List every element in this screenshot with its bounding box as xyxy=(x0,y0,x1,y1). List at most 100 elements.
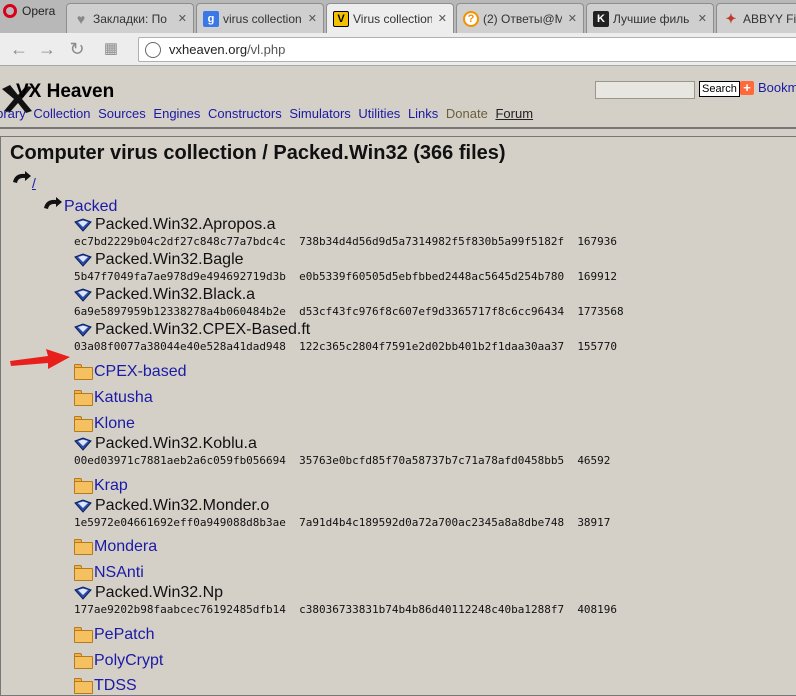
file-name: Packed.Win32.CPEX-Based.ft xyxy=(95,321,311,338)
file-hash: 177ae9202b98faabcec76192485dfb14 c380367… xyxy=(74,603,618,616)
globe-icon xyxy=(145,41,161,58)
folder-row[interactable]: PolyCrypt xyxy=(74,652,163,670)
folder-label[interactable]: Katusha xyxy=(94,389,153,407)
folder-row[interactable]: PePatch xyxy=(74,626,154,644)
tab-virus-collection[interactable]: V Virus collection ✕ xyxy=(326,3,454,33)
nav-simulators[interactable]: Simulators xyxy=(289,106,350,121)
file-head: Packed.Win32.Bagle xyxy=(74,251,617,269)
file-entry[interactable]: Packed.Win32.CPEX-Based.ft 03a08f0077a380… xyxy=(74,321,617,353)
file-entry[interactable]: Packed.Win32.Bagle 5b47f7049fa7ae978d9e49… xyxy=(74,251,617,283)
up-directory-link[interactable]: / xyxy=(32,175,36,191)
site-header: VX Heaven Library Collection Sources Eng… xyxy=(0,67,796,129)
file-hash: 6a9e5897959b12338278a4b060484b2e d53cf43… xyxy=(74,305,624,318)
folder-label[interactable]: Mondera xyxy=(94,538,157,556)
forward-button[interactable]: → xyxy=(36,38,58,60)
nav-engines[interactable]: Engines xyxy=(153,106,200,121)
folder-icon xyxy=(74,539,93,555)
tab-title: (2) Ответы@M xyxy=(483,11,562,26)
folder-label[interactable]: Klone xyxy=(94,415,135,433)
file-name: Packed.Win32.Np xyxy=(95,584,224,601)
folder-icon xyxy=(74,390,93,406)
opera-menu-button[interactable]: Opera xyxy=(0,0,64,22)
folder-row[interactable]: NSAnti xyxy=(74,564,144,582)
opera-label: Opera xyxy=(22,4,56,18)
parent-folder-row[interactable]: Packed xyxy=(42,196,117,217)
folder-up-icon xyxy=(42,196,64,217)
tab-title: Закладки: По xyxy=(93,11,167,26)
search-button[interactable]: Search xyxy=(699,81,740,97)
search-input[interactable] xyxy=(595,81,695,99)
folder-label[interactable]: TDSS xyxy=(94,677,137,695)
tab-best-films[interactable]: K Лучшие филь ✕ xyxy=(586,3,714,33)
close-icon[interactable]: ✕ xyxy=(178,12,187,25)
nav-links[interactable]: Links xyxy=(408,106,438,121)
bookmark-link[interactable]: Bookm xyxy=(758,80,796,95)
nav-sources[interactable]: Sources xyxy=(98,106,146,121)
file-entry[interactable]: Packed.Win32.Koblu.a 00ed03971c7881aeb2a6… xyxy=(74,435,610,467)
file-icon[interactable] xyxy=(74,218,92,232)
tab-title: ABBYY Fine xyxy=(743,11,796,26)
address-bar[interactable]: vxheaven.org/vl.php xyxy=(138,37,796,62)
folder-label[interactable]: PolyCrypt xyxy=(94,652,163,670)
close-icon[interactable]: ✕ xyxy=(438,12,447,25)
folder-row[interactable]: TDSS xyxy=(74,677,137,695)
file-hash: 00ed03971c7881aeb2a6c059fb056694 35763e0… xyxy=(74,454,611,467)
nav-forum[interactable]: Forum xyxy=(495,106,533,121)
speed-dial-grid-icon[interactable]: ▦ xyxy=(100,38,122,60)
site-nav: Library Collection Sources Engines Const… xyxy=(0,106,537,121)
folder-row[interactable]: Mondera xyxy=(74,538,157,556)
page-title: Computer virus collection / Packed.Win32… xyxy=(10,142,506,164)
close-icon[interactable]: ✕ xyxy=(308,12,317,25)
file-head: Packed.Win32.Koblu.a xyxy=(74,435,610,453)
up-directory-icon[interactable] xyxy=(11,170,33,186)
file-icon[interactable] xyxy=(74,253,92,267)
close-icon[interactable]: ✕ xyxy=(568,12,577,25)
folder-icon xyxy=(74,653,93,669)
reload-button[interactable]: ↻ xyxy=(66,38,88,60)
folder-label[interactable]: CPEX-based xyxy=(94,363,187,381)
file-entry[interactable]: Packed.Win32.Black.a 6a9e5897959b12338278… xyxy=(74,286,624,318)
file-icon[interactable] xyxy=(74,437,92,451)
folder-label[interactable]: NSAnti xyxy=(94,564,144,582)
nav-constructors[interactable]: Constructors xyxy=(208,106,282,121)
nav-utilities[interactable]: Utilities xyxy=(358,106,400,121)
file-icon[interactable] xyxy=(74,288,92,302)
file-entry[interactable]: Packed.Win32.Apropos.a ec7bd2229b04c2df27… xyxy=(74,216,617,248)
folder-label[interactable]: PePatch xyxy=(94,626,154,644)
bookmark-plus-icon[interactable]: + xyxy=(740,81,754,95)
nav-collection[interactable]: Collection xyxy=(33,106,90,121)
folder-icon xyxy=(74,478,93,494)
nav-donate[interactable]: Donate xyxy=(446,106,488,121)
url-path: /vl.php xyxy=(247,42,286,57)
tab-google-search[interactable]: g virus collection ✕ xyxy=(196,3,324,33)
folder-row[interactable]: Krap xyxy=(74,477,128,495)
folder-row[interactable]: Katusha xyxy=(74,389,153,407)
back-button[interactable]: ← xyxy=(8,38,30,60)
file-icon[interactable] xyxy=(74,323,92,337)
question-icon: ? xyxy=(463,10,479,27)
tab-abbyy[interactable]: ✦ ABBYY Fine xyxy=(716,3,796,33)
folder-label[interactable]: Krap xyxy=(94,477,128,495)
red-arrow-annotation xyxy=(10,349,70,369)
tab-bar: Opera ♥ Закладки: По ✕ g virus collectio… xyxy=(0,0,796,33)
web-page: VX Heaven Library Collection Sources Eng… xyxy=(0,67,796,696)
parent-folder-label[interactable]: Packed xyxy=(64,198,117,216)
folder-icon xyxy=(74,678,93,694)
opera-logo-icon xyxy=(3,4,17,18)
file-name: Packed.Win32.Apropos.a xyxy=(95,216,276,233)
close-icon[interactable]: ✕ xyxy=(698,12,707,25)
folder-row[interactable]: CPEX-based xyxy=(74,363,187,381)
file-icon[interactable] xyxy=(74,499,92,513)
file-entry[interactable]: Packed.Win32.Monder.o 1e5972e04661692eff0… xyxy=(74,497,610,529)
vx-icon: V xyxy=(333,10,349,27)
file-entry[interactable]: Packed.Win32.Np 177ae9202b98faabcec761924… xyxy=(74,584,617,616)
tab-title: Virus collection xyxy=(353,11,432,26)
nav-library[interactable]: Library xyxy=(0,106,26,121)
heart-icon: ♥ xyxy=(76,10,86,27)
file-icon[interactable] xyxy=(74,586,92,600)
folder-row[interactable]: Klone xyxy=(74,415,135,433)
file-name: Packed.Win32.Koblu.a xyxy=(95,435,257,452)
tab-otvety[interactable]: ? (2) Ответы@M ✕ xyxy=(456,3,584,33)
folder-icon xyxy=(74,627,93,643)
tab-bookmarks[interactable]: ♥ Закладки: По ✕ xyxy=(66,3,194,33)
